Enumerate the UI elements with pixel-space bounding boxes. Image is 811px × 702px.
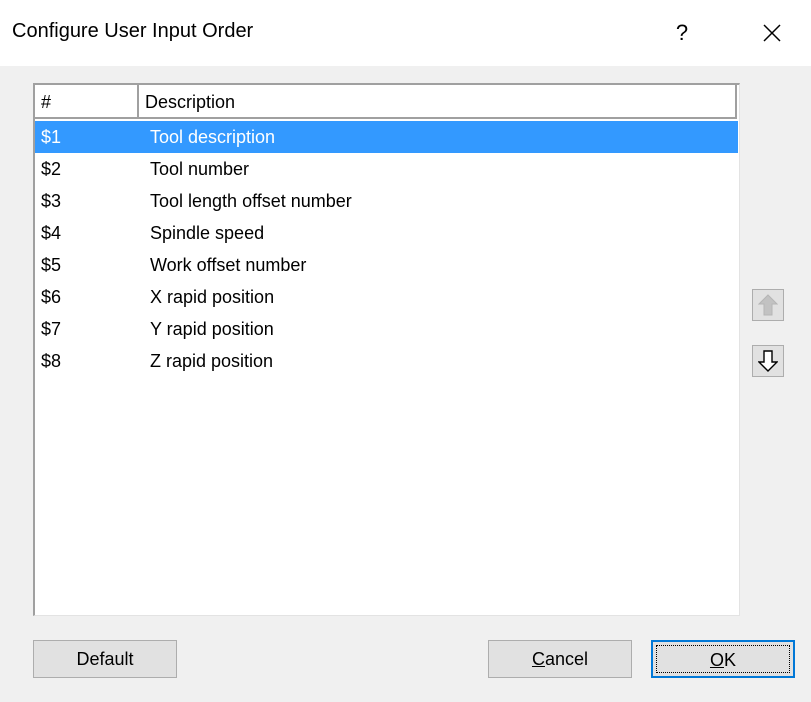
move-down-button[interactable] bbox=[752, 345, 784, 377]
list-item[interactable]: $7 Y rapid position bbox=[35, 313, 738, 345]
item-description: Work offset number bbox=[150, 255, 307, 275]
item-number: $5 bbox=[41, 255, 62, 275]
item-description: Spindle speed bbox=[150, 223, 265, 243]
list-item[interactable]: $5 Work offset number bbox=[35, 249, 738, 281]
ok-button[interactable]: OK bbox=[651, 640, 795, 678]
arrow-up-icon bbox=[758, 294, 778, 316]
cancel-rest: ancel bbox=[544, 649, 589, 669]
default-button[interactable]: Default bbox=[33, 640, 177, 678]
column-header-description[interactable]: Description bbox=[139, 85, 737, 119]
column-header-number[interactable]: # bbox=[35, 85, 139, 119]
configure-dialog: Configure User Input Order ? # Descripti… bbox=[0, 0, 811, 702]
item-number: $7 bbox=[41, 319, 62, 339]
list-header: # Description bbox=[35, 85, 739, 121]
item-description: Tool number bbox=[150, 159, 250, 179]
item-description: Tool length offset number bbox=[150, 191, 352, 211]
item-number: $3 bbox=[41, 191, 62, 211]
help-button[interactable]: ? bbox=[660, 14, 704, 52]
arrow-down-icon bbox=[758, 350, 778, 372]
item-description: X rapid position bbox=[150, 287, 275, 307]
item-number: $1 bbox=[41, 127, 62, 147]
item-number: $6 bbox=[41, 287, 62, 307]
list-rows: $1 Tool description $2 Tool number $3 Tool le… bbox=[35, 121, 739, 377]
item-description: Z rapid position bbox=[150, 351, 274, 371]
focus-rectangle bbox=[656, 645, 790, 673]
item-number: $4 bbox=[41, 223, 62, 243]
item-number: $8 bbox=[41, 351, 62, 371]
title-bar: Configure User Input Order ? bbox=[0, 0, 811, 66]
item-description: Tool description bbox=[150, 127, 276, 147]
cancel-mnemonic: C bbox=[531, 649, 545, 669]
item-description: Y rapid position bbox=[150, 319, 274, 339]
list-item[interactable]: $4 Spindle speed bbox=[35, 217, 738, 249]
input-order-list[interactable]: # Description $1 Tool description $2 Tool n… bbox=[33, 83, 740, 616]
list-item[interactable]: $2 Tool number bbox=[35, 153, 738, 185]
list-item[interactable]: $3 Tool length offset number bbox=[35, 185, 738, 217]
window-title: Configure User Input Order bbox=[12, 20, 254, 42]
close-icon bbox=[763, 24, 781, 42]
list-item[interactable]: $8 Z rapid position bbox=[35, 345, 738, 377]
cancel-button[interactable]: Cancel bbox=[488, 640, 632, 678]
list-item[interactable]: $1 Tool description bbox=[35, 121, 738, 153]
close-button[interactable] bbox=[748, 12, 796, 54]
list-item[interactable]: $6 X rapid position bbox=[35, 281, 738, 313]
move-up-button[interactable] bbox=[752, 289, 784, 321]
item-number: $2 bbox=[41, 159, 62, 179]
